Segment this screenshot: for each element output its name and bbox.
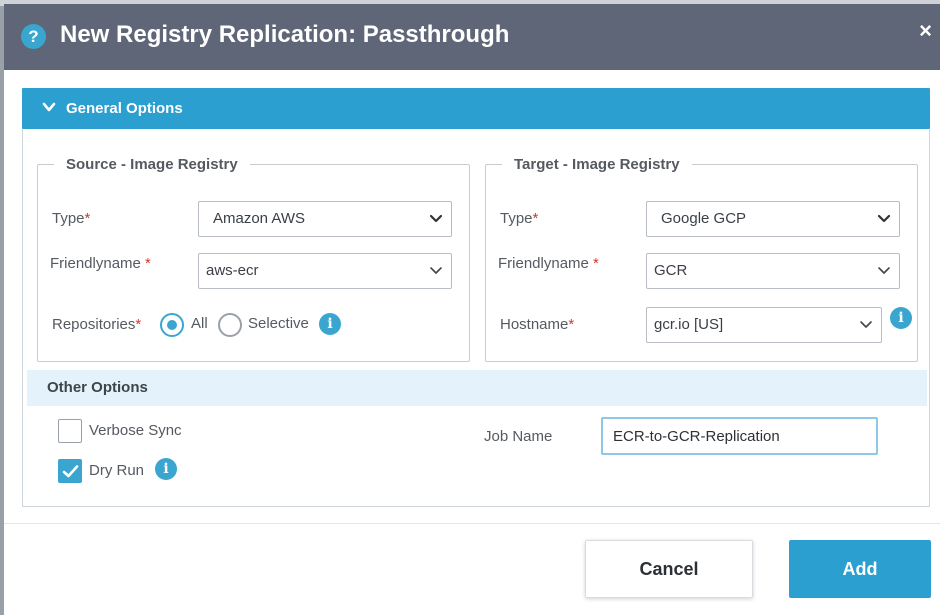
info-icon[interactable]: i	[155, 458, 177, 480]
source-friendlyname-label: Friendlyname *	[50, 255, 151, 272]
job-name-input[interactable]	[601, 417, 878, 455]
repositories-label: Repositories*	[52, 316, 142, 333]
source-type-label: Type*	[52, 210, 91, 227]
source-type-select[interactable]: Amazon AWS	[198, 201, 452, 237]
source-registry-group: Source - Image Registry Type* Amazon AWS…	[37, 156, 470, 362]
verbose-sync-checkbox[interactable]	[58, 419, 82, 443]
chevron-down-icon	[430, 267, 442, 274]
source-registry-legend: Source - Image Registry	[66, 156, 238, 173]
dry-run-checkbox[interactable]	[58, 459, 82, 483]
checkmark-icon	[62, 465, 79, 478]
other-options-title: Other Options	[47, 379, 148, 396]
cancel-button[interactable]: Cancel	[585, 540, 753, 598]
question-circle-icon[interactable]: ?	[21, 24, 46, 49]
repositories-all-radio[interactable]	[160, 313, 184, 337]
footer-divider	[4, 523, 940, 524]
hostname-select[interactable]: gcr.io [US]	[646, 307, 882, 343]
other-options-header: Other Options	[27, 370, 927, 406]
info-icon[interactable]: i	[319, 313, 341, 335]
close-icon[interactable]: ×	[919, 20, 932, 42]
general-options-panel: Source - Image Registry Type* Amazon AWS…	[22, 129, 930, 507]
dry-run-label: Dry Run	[89, 462, 145, 479]
target-registry-group: Target - Image Registry Type* Google GCP…	[485, 156, 918, 362]
source-friendlyname-select[interactable]: aws-ecr	[198, 253, 452, 289]
dialog-titlebar: ? New Registry Replication: Passthrough …	[4, 4, 940, 70]
replication-dialog: ? New Registry Replication: Passthrough …	[4, 4, 940, 615]
dialog-title: New Registry Replication: Passthrough	[60, 21, 510, 48]
target-registry-legend: Target - Image Registry	[514, 156, 680, 173]
target-friendlyname-select[interactable]: GCR	[646, 253, 900, 289]
chevron-down-icon	[42, 102, 56, 112]
repositories-all-label: All	[191, 315, 208, 332]
chevron-down-icon	[860, 321, 872, 328]
repositories-selective-radio[interactable]	[218, 313, 242, 337]
repositories-selective-label: Selective	[248, 315, 309, 332]
target-type-select[interactable]: Google GCP	[646, 201, 900, 237]
job-name-label: Job Name	[484, 428, 553, 445]
chevron-down-icon	[878, 267, 890, 274]
add-button[interactable]: Add	[789, 540, 931, 598]
target-friendlyname-label: Friendlyname *	[498, 255, 599, 272]
verbose-sync-label: Verbose Sync	[89, 422, 182, 439]
hostname-label: Hostname*	[500, 316, 575, 333]
chevron-down-icon	[429, 214, 443, 223]
general-options-header[interactable]: General Options	[22, 88, 930, 129]
target-type-label: Type*	[500, 210, 539, 227]
info-icon[interactable]: i	[890, 307, 912, 329]
general-options-title: General Options	[66, 100, 183, 117]
chevron-down-icon	[877, 214, 891, 223]
